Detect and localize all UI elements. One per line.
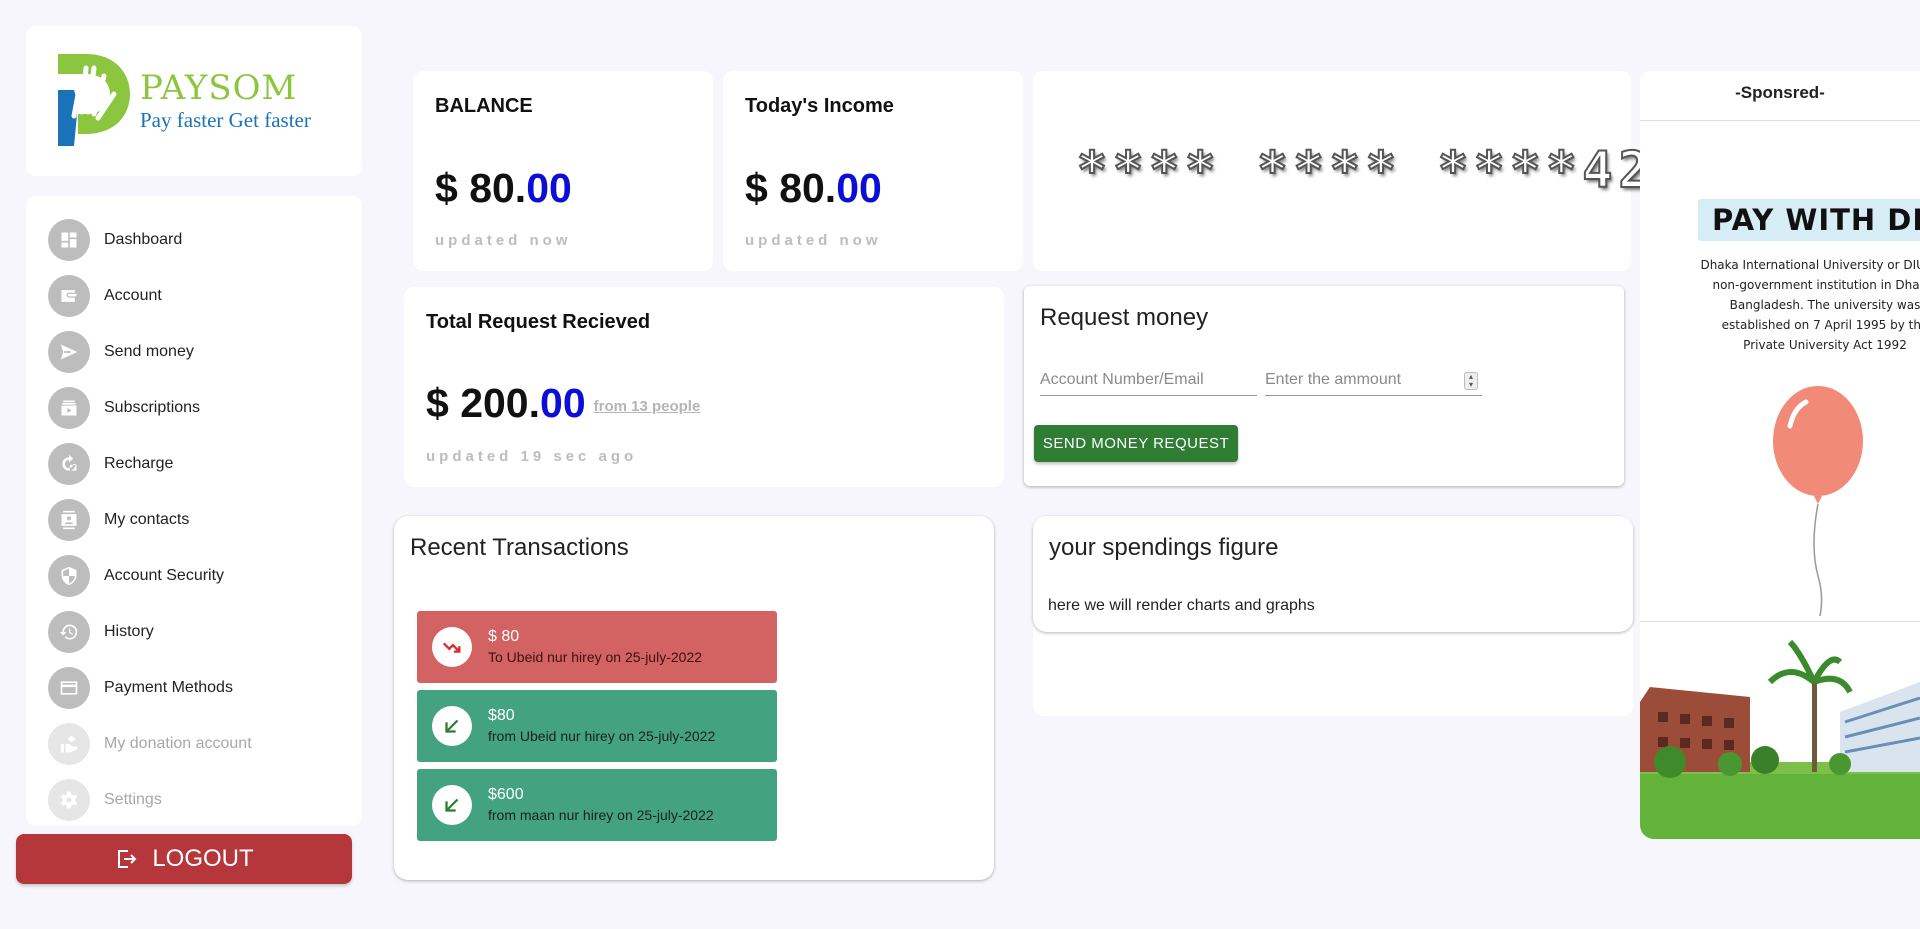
sidebar-item-label: My donation account [104, 735, 252, 752]
history-icon [48, 611, 90, 653]
wallet-icon [48, 275, 90, 317]
income-updated: updated now [745, 232, 882, 249]
income-value: $ 80.00 [745, 165, 882, 211]
sidebar-item-label: History [104, 623, 154, 640]
sidebar-item-subscriptions[interactable]: Subscriptions [48, 386, 348, 430]
sidebar-item-label: Send money [104, 343, 194, 360]
sidebar-item-recharge[interactable]: Recharge [48, 442, 348, 486]
sidebar-item-settings: Settings [48, 778, 348, 822]
sidebar-item-label: My contacts [104, 511, 190, 528]
spending-text: here we will render charts and graphs [1048, 597, 1315, 614]
sponsor-ad-title[interactable]: PAY WITH DIU [1698, 199, 1920, 241]
brand-tagline: Pay faster Get faster [140, 108, 311, 132]
sponsor-panel: -Sponsred- PAY WITH DIU Dhaka Internatio… [1640, 71, 1920, 839]
card-number-card: **** **** ****4242 [1033, 71, 1722, 271]
sidebar-item-history[interactable]: History [48, 610, 348, 654]
trending-down-icon [432, 627, 472, 667]
sidebar-item-contacts[interactable]: My contacts [48, 498, 348, 542]
transaction-description: from Ubeid nur hirey on 25-july-2022 [488, 728, 716, 744]
income-card: Today's Income $ 80.00 updated now [723, 71, 1023, 271]
from-people-link[interactable]: from 13 people [594, 398, 701, 415]
request-total-updated: updated 19 sec ago [426, 448, 638, 465]
sidebar-item-donation: My donation account [48, 722, 348, 766]
request-total-value: $ 200.00 from 13 people [426, 380, 701, 426]
sidebar-item-dashboard[interactable]: Dashboard [48, 218, 348, 262]
campus-photo [1640, 622, 1920, 839]
transaction-amount: $ 80 [488, 628, 520, 645]
balance-updated: updated now [435, 232, 572, 249]
dashboard-icon [48, 219, 90, 261]
transaction-amount: $80 [488, 707, 515, 724]
transaction-item[interactable]: $ 80 To Ubeid nur hirey on 25-july-2022 [417, 611, 777, 683]
logout-label: LOGOUT [152, 845, 254, 872]
spending-card: your spendings figure here we will rende… [1033, 516, 1633, 632]
transaction-amount: $600 [488, 786, 524, 803]
recharge-icon [48, 443, 90, 485]
transaction-description: To Ubeid nur hirey on 25-july-2022 [488, 649, 703, 665]
logout-icon [118, 850, 137, 868]
income-title: Today's Income [745, 95, 894, 117]
transactions-title: Recent Transactions [410, 534, 629, 561]
transaction-description: from maan nur hirey on 25-july-2022 [488, 807, 714, 823]
brand-name: PAYSOM [140, 68, 298, 108]
arrow-down-left-icon [432, 706, 472, 746]
amount-stepper[interactable]: ▴ ▾ [1464, 372, 1478, 390]
sidebar-item-label: Recharge [104, 455, 174, 472]
arrow-down-left-icon [432, 785, 472, 825]
recent-transactions-card: Recent Transactions $ 80 To Ubeid nur hi… [394, 516, 994, 880]
sidebar-item-label: Settings [104, 791, 162, 808]
balance-card: BALANCE $ 80.00 updated now [413, 71, 713, 271]
sidebar-item-label: Account [104, 287, 162, 304]
request-total-title: Total Request Recieved [426, 311, 651, 333]
balloon-icon [1773, 386, 1863, 616]
contacts-icon [48, 499, 90, 541]
subscriptions-icon [48, 387, 90, 429]
account-email-input[interactable] [1040, 364, 1257, 396]
balance-title: BALANCE [435, 95, 533, 117]
transaction-item[interactable]: $80 from Ubeid nur hirey on 25-july-2022 [417, 690, 777, 762]
sidebar-item-payment-methods[interactable]: Payment Methods [48, 666, 348, 710]
request-money-card: Request money ▴▾ SEND MONEY REQUEST [1024, 286, 1624, 486]
sidebar-item-label: Subscriptions [104, 399, 201, 416]
balance-value: $ 80.00 [435, 165, 572, 211]
logo-card: PAYSOM Pay faster Get faster [26, 26, 362, 176]
sidebar: Dashboard Account Send money Subscriptio… [26, 196, 362, 826]
sponsor-heading: -Sponsred- [1640, 71, 1920, 121]
sidebar-item-send-money[interactable]: Send money [48, 330, 348, 374]
sponsor-ad-text: Dhaka International University or DIU is… [1700, 258, 1920, 352]
request-total-card: Total Request Recieved $ 200.00 from 13 p… [404, 287, 1004, 487]
amount-input[interactable] [1265, 364, 1482, 396]
donation-icon [48, 723, 90, 765]
transaction-item[interactable]: $600 from maan nur hirey on 25-july-2022 [417, 769, 777, 841]
paysom-logo-icon [58, 54, 130, 146]
shield-icon [48, 555, 90, 597]
sidebar-item-label: Account Security [104, 567, 225, 584]
send-icon [48, 331, 90, 373]
sidebar-item-security[interactable]: Account Security [48, 554, 348, 598]
sidebar-item-label: Payment Methods [104, 679, 233, 696]
logout-button[interactable]: LOGOUT [16, 834, 352, 884]
send-money-request-button[interactable]: SEND MONEY REQUEST [1034, 425, 1238, 462]
sidebar-item-label: Dashboard [104, 231, 183, 248]
request-money-title: Request money [1040, 304, 1209, 331]
spending-title: your spendings figure [1049, 534, 1279, 561]
card-number: **** **** ****4242 [1076, 140, 1727, 200]
sidebar-item-account[interactable]: Account [48, 274, 348, 318]
gear-icon [48, 779, 90, 821]
credit-card-icon [48, 667, 90, 709]
